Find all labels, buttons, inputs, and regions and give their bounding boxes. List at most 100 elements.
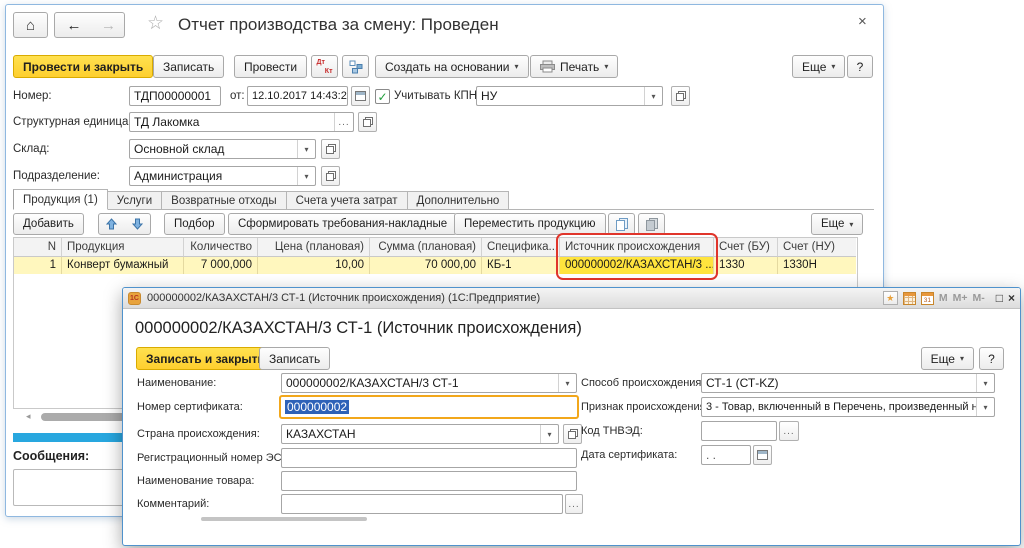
cert-date-label: Дата сертификата: (581, 449, 677, 461)
esf-reg-input[interactable] (281, 448, 577, 468)
paste-button[interactable] (638, 213, 665, 235)
country-combobox[interactable]: КАЗАХСТАН ▾ (281, 424, 559, 444)
chevron-down-icon: ▾ (604, 62, 608, 71)
table-more-button[interactable]: Еще ▾ (811, 213, 863, 235)
kpn-checkbox[interactable]: ✓ (375, 89, 390, 104)
header-cell-n[interactable]: N (14, 238, 62, 257)
home-icon: ⌂ (26, 17, 35, 34)
department-open-button[interactable] (321, 166, 340, 186)
post-button[interactable]: Провести (234, 55, 307, 78)
warehouse-combobox[interactable]: Основной склад ▾ (129, 139, 316, 159)
window-title: Отчет производства за смену: Проведен (178, 15, 499, 35)
tab-products[interactable]: Продукция (1) (13, 189, 108, 210)
dialog-help-button[interactable]: ? (979, 347, 1004, 370)
country-open-button[interactable] (563, 424, 582, 444)
tab-cost-accounts[interactable]: Счета учета затрат (287, 191, 408, 210)
header-cell-quantity[interactable]: Количество (184, 238, 258, 257)
maximize-button[interactable]: □ (996, 291, 1003, 305)
cert-date-calendar-button[interactable] (753, 445, 772, 465)
warehouse-label: Склад: (13, 143, 49, 155)
memory-m-plus-button[interactable]: M+ (953, 292, 968, 304)
header-cell-account-bu[interactable]: Счет (БУ) (714, 238, 778, 257)
move-products-button[interactable]: Переместить продукцию (454, 213, 606, 235)
tab-return-waste[interactable]: Возвратные отходы (162, 191, 286, 210)
warehouse-open-button[interactable] (321, 139, 340, 159)
header-cell-plan-price[interactable]: Цена (плановая) (258, 238, 370, 257)
move-up-button[interactable] (98, 213, 125, 235)
chevron-down-icon[interactable]: ▾ (297, 140, 315, 158)
comment-input[interactable] (281, 494, 563, 514)
tab-services[interactable]: Услуги (108, 191, 162, 210)
tnved-input[interactable] (701, 421, 777, 441)
cert-date-input[interactable]: . . (701, 445, 751, 465)
chevron-down-icon[interactable]: ▾ (644, 87, 662, 105)
dialog-more-button[interactable]: Еще ▾ (921, 347, 974, 370)
create-based-on-button[interactable]: Создать на основании ▾ (375, 55, 529, 78)
post-and-close-button[interactable]: Провести и закрыть (13, 55, 153, 78)
tab-additional[interactable]: Дополнительно (408, 191, 510, 210)
favorite-star-icon[interactable]: ☆ (147, 14, 164, 33)
dialog-scrollbar-thumb[interactable] (201, 517, 367, 521)
forward-button[interactable]: → (93, 12, 125, 38)
open-link-icon (326, 144, 336, 154)
ellipsis-icon[interactable]: ... (334, 113, 353, 131)
home-button[interactable]: ⌂ (13, 12, 48, 38)
number-input[interactable]: ТДП00000001 (129, 86, 221, 106)
dialog-save-button[interactable]: Записать (259, 347, 330, 370)
form-requirements-button[interactable]: Сформировать требования-накладные (228, 213, 457, 235)
open-link-icon (568, 429, 578, 439)
scrollbar-left-arrow[interactable]: ◂ (26, 411, 31, 422)
dialog-help-label: ? (988, 352, 995, 366)
move-down-button[interactable] (124, 213, 151, 235)
dialog-close-button[interactable]: × (1008, 291, 1015, 305)
post-and-close-label: Провести и закрыть (23, 60, 143, 74)
date-input[interactable]: 12.10.2017 14:43:27 (247, 86, 348, 106)
cell-product: Конверт бумажный (62, 257, 184, 274)
more-button[interactable]: Еще ▾ (792, 55, 845, 78)
calendar-icon[interactable]: 31 (921, 292, 934, 305)
header-cell-specification[interactable]: Специфика... (482, 238, 560, 257)
memory-m-minus-button[interactable]: M- (972, 292, 984, 304)
memory-m-button[interactable]: M (939, 292, 948, 304)
chevron-down-icon[interactable]: ▾ (558, 374, 576, 392)
dtkt-postings-button[interactable]: Дт Кт (311, 55, 338, 78)
copy-button[interactable] (608, 213, 635, 235)
tnved-ellipsis-button[interactable]: ... (779, 421, 799, 441)
star-icon[interactable]: ★ (883, 291, 898, 305)
comment-ellipsis-button[interactable]: ... (565, 494, 583, 514)
chevron-down-icon[interactable]: ▾ (976, 374, 994, 392)
save-and-close-button[interactable]: Записать и закрыть (136, 347, 275, 370)
post-label: Провести (244, 60, 297, 74)
close-button[interactable]: × (858, 14, 867, 29)
pick-button[interactable]: Подбор (164, 213, 225, 235)
chevron-down-icon[interactable]: ▾ (976, 398, 994, 416)
cert-number-input[interactable]: 000000002 (279, 395, 579, 419)
chevron-down-icon[interactable]: ▾ (297, 167, 315, 185)
structural-unit-input[interactable]: ТД Лакомка ... (129, 112, 354, 132)
header-cell-plan-sum[interactable]: Сумма (плановая) (370, 238, 482, 257)
origin-method-combobox[interactable]: СТ-1 (СТ-KZ) ▾ (701, 373, 995, 393)
calculator-icon[interactable] (903, 292, 916, 305)
date-calendar-button[interactable] (351, 86, 370, 106)
table-row[interactable]: 1 Конверт бумажный 7 000,000 10,00 70 00… (14, 257, 856, 274)
origin-sign-combobox[interactable]: 3 - Товар, включенный в Перечень, произв… (701, 397, 995, 417)
header-cell-account-nu[interactable]: Счет (НУ) (778, 238, 856, 257)
help-button[interactable]: ? (847, 55, 873, 78)
save-label: Записать (163, 60, 214, 74)
back-button[interactable]: ← (54, 12, 94, 38)
kpn-mode-combobox[interactable]: НУ ▾ (476, 86, 663, 106)
structure-button[interactable] (342, 55, 369, 78)
add-row-button[interactable]: Добавить (13, 213, 84, 235)
chevron-down-icon[interactable]: ▾ (540, 425, 558, 443)
header-cell-product[interactable]: Продукция (62, 238, 184, 257)
save-button[interactable]: Записать (153, 55, 224, 78)
printer-icon (540, 60, 555, 73)
department-combobox[interactable]: Администрация ▾ (129, 166, 316, 186)
header-cell-origin-source[interactable]: Источник происхождения (560, 238, 714, 257)
print-button[interactable]: Печать ▾ (530, 55, 618, 78)
name-combobox[interactable]: 000000002/КАЗАХСТАН/3 СТ-1 ▾ (281, 373, 577, 393)
product-name-input[interactable] (281, 471, 577, 491)
kpn-open-button[interactable] (671, 86, 690, 106)
dialog-titlebar[interactable]: 1С 000000002/КАЗАХСТАН/3 СТ-1 (Источник … (123, 288, 1020, 309)
structural-unit-open-button[interactable] (358, 112, 377, 132)
